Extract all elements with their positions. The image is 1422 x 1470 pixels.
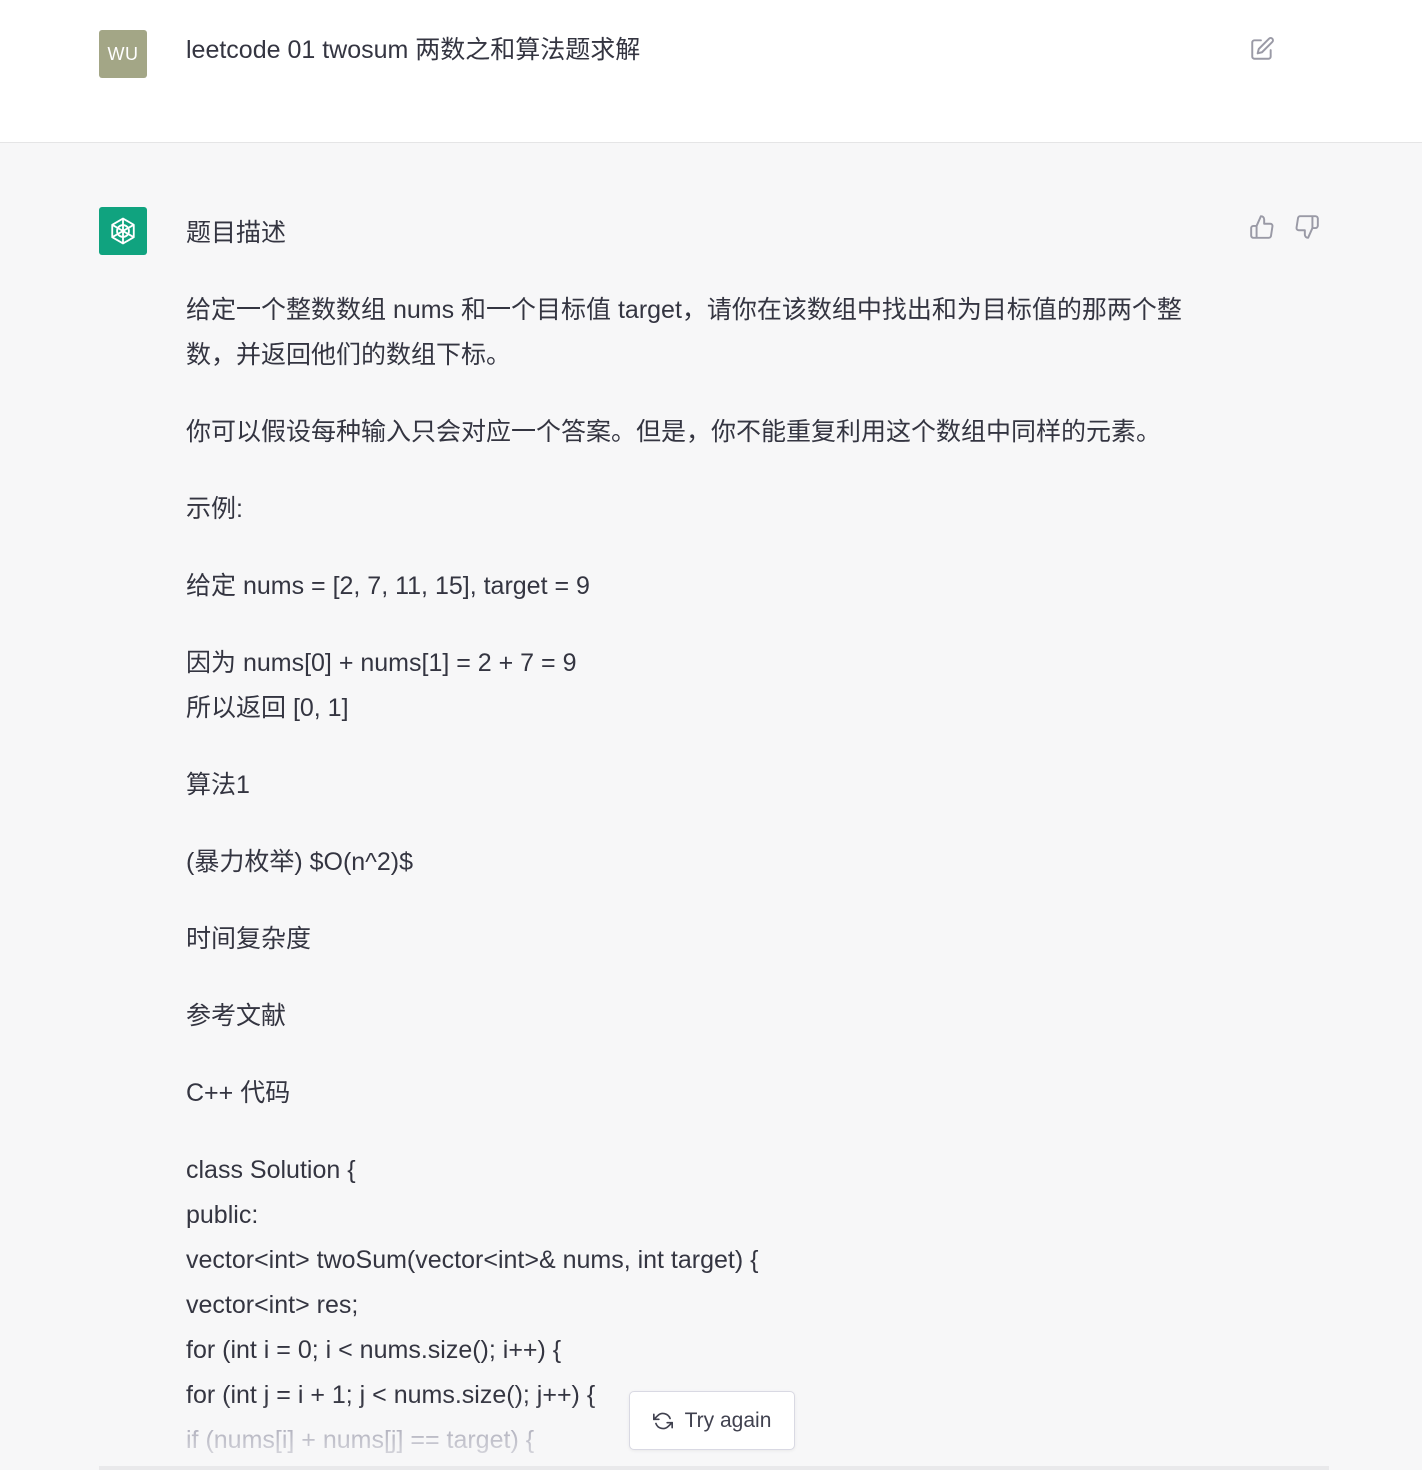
thumbs-up-button[interactable] [1246,211,1278,243]
references-heading: 参考文献 [186,1002,287,1030]
code-line: vector<int> twoSum(vector<int>& nums, in… [186,1246,759,1274]
cpp-code-heading: C++ 代码 [186,1079,291,1107]
thumbs-down-icon [1295,215,1319,239]
time-complexity-heading: 时间复杂度 [186,925,312,953]
code-line: class Solution { [186,1156,356,1184]
problem-description: 给定一个整数数组 nums 和一个目标值 target，请你在该数组中找出和为目… [186,296,1182,369]
user-message-row: WU leetcode 01 twosum 两数之和算法题求解 [0,0,1422,143]
edit-message-button[interactable] [1246,33,1278,65]
try-again-label: Try again [684,1408,772,1432]
code-line: for (int i = 0; i < nums.size(); i++) { [186,1336,562,1364]
try-again-button[interactable]: Try again [629,1391,795,1450]
algorithm-complexity: (暴力枚举) $O(n^2)$ [186,848,414,876]
section-heading: 题目描述 [186,219,287,247]
user-avatar: WU [99,30,147,78]
code-line: public: [186,1201,259,1229]
input-area-edge [99,1466,1329,1470]
example-heading: 示例: [186,495,243,523]
assistant-avatar [99,207,147,255]
example-output: 所以返回 [0, 1] [186,694,349,722]
algorithm-heading: 算法1 [186,771,250,799]
edit-icon [1251,37,1274,60]
refresh-icon [652,1412,673,1429]
example-explanation: 因为 nums[0] + nums[1] = 2 + 7 = 9 [186,649,577,677]
user-message-text: leetcode 01 twosum 两数之和算法题求解 [186,36,641,64]
assistant-message-row: 题目描述 给定一个整数数组 nums 和一个目标值 target，请你在该数组中… [0,143,1422,1470]
code-line: vector<int> res; [186,1291,359,1319]
thumbs-down-button[interactable] [1291,211,1323,243]
openai-logo-icon [111,217,135,245]
user-avatar-initials: WU [107,43,139,64]
assistant-message-content: 题目描述 给定一个整数数组 nums 和一个目标值 target，请你在该数组中… [186,211,1226,1463]
thumbs-up-icon [1250,215,1274,239]
example-input: 给定 nums = [2, 7, 11, 15], target = 9 [186,572,590,600]
problem-constraint: 你可以假设每种输入只会对应一个答案。但是，你不能重复利用这个数组中同样的元素。 [186,418,1162,446]
